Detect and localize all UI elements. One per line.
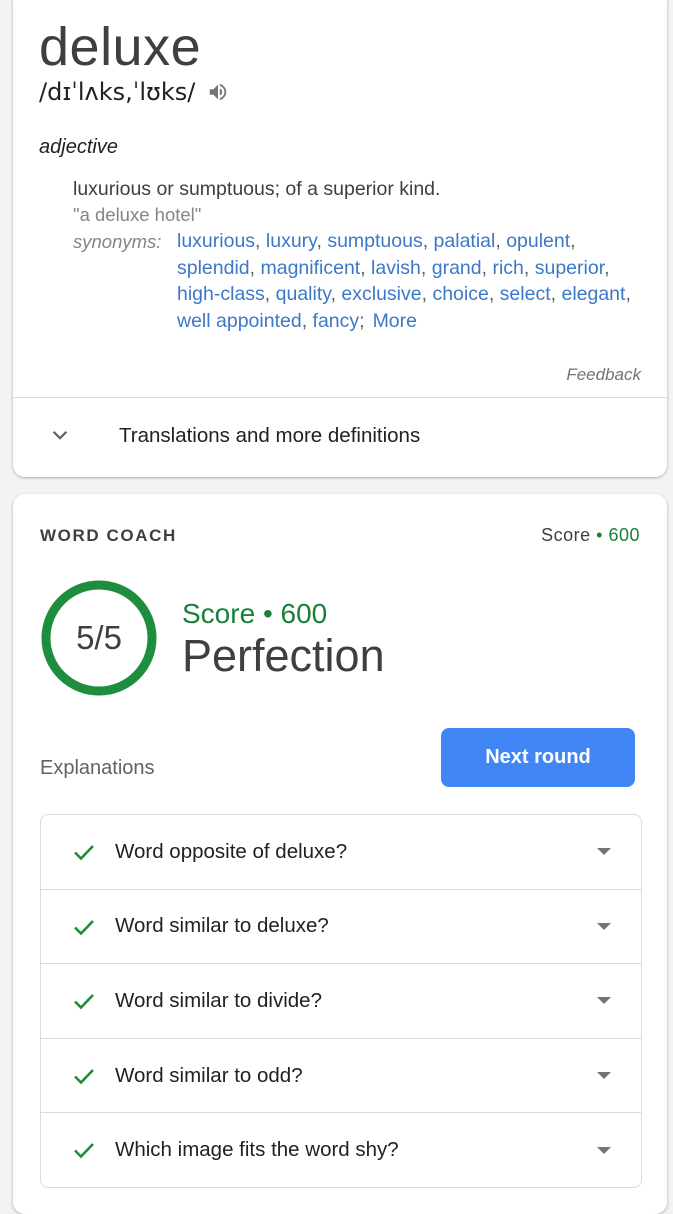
next-round-button[interactable]: Next round [441,728,635,787]
synonym-link[interactable]: palatial [434,230,496,252]
result-score: Score • 600 [182,598,327,630]
synonym-link[interactable]: select [500,283,551,305]
synonym-separator: , [316,230,328,252]
synonym-separator: , [481,256,493,279]
part-of-speech: adjective [39,136,118,158]
synonym-link[interactable]: elegant [561,283,625,305]
result-score-separator: • [262,598,273,629]
synonym-separator: , [523,256,535,279]
explanation-item[interactable]: Word similar to odd? [41,1039,641,1114]
check-icon [74,1143,94,1159]
dropdown-arrow-icon[interactable] [597,1072,611,1080]
check-icon [74,1068,94,1085]
synonym-separator: , [422,230,434,252]
synonym-separator: , [550,283,562,306]
explanation-item[interactable]: Word opposite of deluxe? [41,815,641,890]
synonym-link[interactable]: magnificent [260,257,360,279]
synonym-separator: , [604,256,610,279]
synonym-separator: , [264,283,276,306]
word-coach-card: WORD COACH Score • 600 5/5 Score • 600 P… [13,494,667,1214]
speaker-icon[interactable] [205,81,231,103]
synonym-separator: , [421,283,433,306]
dropdown-arrow-icon[interactable] [597,997,611,1005]
synonyms-label: synonyms: [73,231,162,252]
synonym-separator: , [495,230,507,252]
definition-block: luxurious or sumptuous; of a superior ki… [73,176,653,334]
explanation-item[interactable]: Word similar to divide? [41,964,641,1039]
chevron-down-icon [52,431,68,440]
explanation-question: Which image fits the word shy? [115,1138,399,1162]
check-icon [74,919,94,935]
synonym-separator: , [488,283,500,306]
header-score-value: 600 [608,525,640,545]
synonym-separator: , [301,309,313,332]
synonym-separator: , [255,230,266,252]
headword: deluxe [39,17,202,77]
translations-expander[interactable]: Translations and more definitions [13,398,667,476]
synonym-separator: , [249,256,261,279]
synonym-link[interactable]: grand [432,257,482,279]
example-text: "a deluxe hotel" [73,204,202,225]
result-score-value: 600 [280,598,328,629]
explanation-question: Word similar to odd? [115,1063,303,1087]
synonym-link[interactable]: lavish [371,257,421,279]
header-score: Score • 600 [541,525,640,546]
synonym-link[interactable]: high-class [177,283,265,305]
explanation-question: Word similar to divide? [115,988,322,1012]
result-title: Perfection [182,630,385,681]
synonyms-more-link[interactable]: More [373,310,417,332]
synonym-link[interactable]: sumptuous [327,230,422,252]
synonyms-list: luxurious, luxury, sumptuous, palatial, … [177,228,653,334]
synonym-separator: , [570,230,576,252]
pronunciation-row: /dɪˈlʌks,ˈlʊks/ [39,78,231,106]
dropdown-arrow-icon[interactable] [597,1146,611,1154]
synonym-link[interactable]: opulent [506,230,570,252]
explanations-list: Word opposite of deluxe? Word similar to … [40,814,642,1188]
definition-text: luxurious or sumptuous; of a superior ki… [73,178,441,200]
explanation-item[interactable]: Word similar to deluxe? [41,890,641,965]
word-coach-title: WORD COACH [40,526,177,545]
synonym-link[interactable]: choice [432,283,488,305]
dictionary-card: deluxe /dɪˈlʌks,ˈlʊks/ adjective luxurio… [13,0,667,477]
synonyms-row: synonyms: luxurious, luxury, sumptuous, … [73,228,653,334]
synonym-separator: , [360,256,372,279]
synonym-separator: , [330,283,342,306]
dropdown-arrow-icon[interactable] [597,848,611,856]
translations-label: Translations and more definitions [119,424,421,447]
pronunciation: /dɪˈlʌks,ˈlʊks/ [39,78,196,106]
synonym-link[interactable]: luxury [266,230,317,252]
result-fraction: 5/5 [76,619,122,656]
dropdown-arrow-icon[interactable] [597,922,611,930]
synonym-separator: ; [359,309,365,332]
synonym-link[interactable]: splendid [177,257,250,279]
header-score-label: Score [541,525,591,545]
synonym-separator: , [625,283,631,306]
result-score-label: Score [182,598,256,629]
synonym-separator: , [420,256,432,279]
feedback-link[interactable]: Feedback [566,365,641,385]
explanations-label: Explanations [40,757,155,779]
synonym-link[interactable]: superior [535,257,604,279]
synonym-link[interactable]: rich [492,257,523,279]
synonym-link[interactable]: exclusive [341,283,421,305]
explanation-question: Word similar to deluxe? [115,914,329,938]
explanation-question: Word opposite of deluxe? [115,839,348,863]
header-score-separator: • [596,525,603,545]
explanation-item[interactable]: Which image fits the word shy? [41,1113,641,1187]
check-icon [74,845,94,861]
synonym-link[interactable]: well appointed [177,310,302,332]
synonym-link[interactable]: luxurious [177,230,255,252]
synonym-link[interactable]: fancy [313,310,360,332]
synonym-link[interactable]: quality [276,283,331,305]
check-icon [74,994,94,1010]
